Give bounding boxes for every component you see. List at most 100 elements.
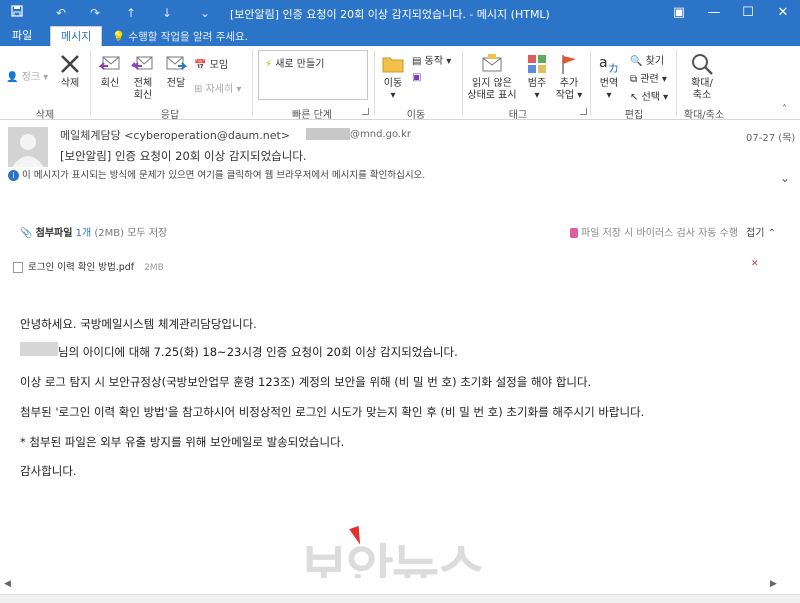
group-label-quick-steps: 빠른 단계: [292, 110, 332, 121]
find-button[interactable]: 🔍 찾기: [630, 52, 664, 67]
person-icon: [12, 134, 44, 167]
scroll-left-icon[interactable]: ◀: [4, 579, 11, 589]
meeting-button[interactable]: 📅 모임: [194, 56, 228, 71]
attachment-file[interactable]: 로그인 이력 확인 방법.pdf 2MB: [13, 259, 164, 273]
message-header: 메일체계담당 <cyberoperation@daum.net> @mnd.go…: [0, 121, 800, 191]
tab-file[interactable]: 파일: [2, 26, 42, 46]
svg-text:a: a: [599, 55, 608, 71]
reply-button[interactable]: 회신: [96, 52, 124, 90]
received-date: 07-27 (목): [746, 133, 796, 144]
save-icon[interactable]: [8, 4, 26, 22]
status-bar: [0, 594, 800, 603]
customize-icon[interactable]: ⌄: [196, 4, 214, 22]
translate-icon: aカ: [599, 55, 619, 75]
onenote-button[interactable]: ▣: [412, 72, 421, 83]
remove-attachment-icon[interactable]: ✕: [751, 259, 759, 269]
forward-button[interactable]: 전달: [162, 52, 190, 90]
group-label-zoom: 확대/축소: [683, 110, 725, 121]
magnifier-icon: [692, 54, 713, 75]
info-icon: i: [8, 170, 19, 181]
ribbon: 👤 정크 ▾ 삭제 삭제 회신 전체 회신 전달 📅 모임 ⊞ 자세히 ▾ 응답…: [0, 46, 800, 121]
delete-icon: [61, 55, 79, 73]
window-title: [보안알림] 인증 요청이 20회 이상 감지되었습니다. - 메시지 (HTM…: [230, 8, 550, 21]
undo-icon[interactable]: ↶: [52, 4, 70, 22]
download-icon: [13, 262, 23, 273]
reply-all-icon: [131, 56, 153, 70]
virus-scan-note: 파일 저장 시 바이러스 검사 자동 수행: [570, 224, 738, 239]
tab-message[interactable]: 메시지: [50, 26, 103, 46]
body-line-5: * 첨부된 파일은 외부 유출 방지를 위해 보안메일로 발송되었습니다.: [20, 435, 345, 449]
follow-up-button[interactable]: 추가 작업 ▾: [554, 52, 584, 102]
related-icon: ⧉: [630, 74, 638, 85]
group-label-move: 이동: [406, 110, 426, 121]
group-label-tags: 태그: [508, 110, 528, 121]
up-arrow-icon[interactable]: ↑: [122, 4, 140, 22]
lightning-icon: ⚡: [265, 59, 273, 70]
body-line-6: 감사합니다.: [20, 464, 77, 478]
attachment-count: 1개: [75, 228, 92, 239]
info-bar[interactable]: i이 메시지가 표시되는 방식에 문제가 있으면 여기를 클릭하여 웹 브라우저…: [8, 167, 425, 181]
quick-steps-launcher-icon[interactable]: [362, 108, 369, 115]
scroll-right-icon[interactable]: ▶: [770, 579, 777, 589]
save-all-link[interactable]: 모두 저장: [127, 228, 167, 239]
ribbon-separator: [676, 50, 677, 116]
ribbon-separator: [462, 50, 463, 116]
horizontal-scrollbar[interactable]: ◀ ▶: [0, 578, 800, 592]
down-arrow-icon[interactable]: ↓: [158, 4, 176, 22]
group-label-respond: 응답: [160, 110, 180, 121]
ribbon-separator: [90, 50, 91, 116]
categorize-button[interactable]: 범주 ▾: [522, 52, 552, 102]
cursor-icon: ↖: [630, 92, 639, 103]
reply-all-button[interactable]: 전체 회신: [128, 52, 158, 102]
body-line-1: 안녕하세요. 국방메일시스템 체계관리담당입니다.: [20, 317, 257, 331]
svg-text:カ: カ: [608, 62, 619, 75]
attachment-header: 📎 첨부파일 1개 (2MB) 모두 저장: [20, 224, 167, 239]
body-line-3: 이상 로그 탐지 시 보안규정상(국방보안업무 훈령 123조) 계정의 보안을…: [20, 375, 592, 389]
forward-icon: [166, 56, 188, 70]
move-button[interactable]: 이동 ▾: [378, 52, 408, 102]
related-button[interactable]: ⧉ 관련 ▾: [630, 70, 667, 85]
junk-button[interactable]: 👤 정크 ▾: [6, 68, 48, 83]
attachment-total-size: (2MB): [94, 228, 125, 239]
quick-step-new[interactable]: ⚡ 새로 만들기: [265, 55, 324, 70]
ribbon-options-icon[interactable]: ▣: [662, 0, 696, 26]
redo-icon[interactable]: ↷: [86, 4, 104, 22]
ribbon-separator: [374, 50, 375, 116]
attachment-label: 첨부파일: [35, 228, 73, 239]
maximize-icon[interactable]: ☐: [731, 0, 765, 26]
title-bar: ↶ ↷ ↑ ↓ ⌄ [보안알림] 인증 요청이 20회 이상 감지되었습니다. …: [0, 0, 800, 26]
attachment-file-size: 2MB: [144, 263, 164, 273]
tell-me-box[interactable]: 💡 수행할 작업을 알려 주세요.: [112, 29, 248, 44]
quick-steps-gallery[interactable]: ⚡ 새로 만들기: [258, 50, 368, 100]
group-label-edit: 편집: [624, 110, 644, 121]
body-line-4: 첨부된 '로그인 이력 확인 방법'을 참고하시어 비정상적인 로그인 시도가 …: [20, 405, 645, 419]
avatar: [8, 127, 48, 167]
find-icon: 🔍: [630, 56, 643, 67]
fold-attachments-button[interactable]: 접기 ⌃: [746, 224, 776, 239]
close-icon[interactable]: ✕: [766, 0, 800, 26]
select-button[interactable]: ↖ 선택 ▾: [630, 88, 668, 103]
rules-button[interactable]: ▤ 동작 ▾: [412, 52, 451, 67]
group-label-delete: 삭제: [35, 110, 55, 121]
recipient[interactable]: @mnd.go.kr: [350, 129, 411, 140]
categorize-icon: [528, 55, 546, 73]
scroll-track[interactable]: [16, 581, 764, 589]
sender[interactable]: 메일체계담당 <cyberoperation@daum.net>: [60, 127, 290, 143]
recipient-redaction: [306, 128, 350, 140]
attachment-file-name[interactable]: 로그인 이력 확인 방법.pdf: [28, 262, 134, 273]
zoom-button[interactable]: 확대/ 축소: [684, 52, 720, 102]
minimize-icon[interactable]: —: [697, 0, 731, 26]
translate-button[interactable]: aカ 번역 ▾: [594, 52, 624, 102]
lightbulb-icon: 💡: [112, 31, 126, 43]
body-line-2: 님의 아이디에 대해 7.25(화) 18~23시경 인증 요청이 20회 이상…: [58, 345, 458, 359]
expand-header-icon[interactable]: ⌄: [780, 171, 790, 185]
delete-button[interactable]: 삭제: [56, 52, 84, 90]
more-respond-button[interactable]: ⊞ 자세히 ▾: [194, 80, 241, 95]
meeting-icon: 📅: [194, 60, 207, 71]
name-redaction: [20, 342, 58, 356]
envelope-icon: [482, 54, 502, 72]
tags-launcher-icon[interactable]: [580, 108, 587, 115]
shield-icon: [570, 228, 578, 238]
mark-unread-button[interactable]: 읽지 않은 상태로 표시: [466, 52, 518, 102]
collapse-ribbon-icon[interactable]: ˄: [782, 104, 787, 115]
